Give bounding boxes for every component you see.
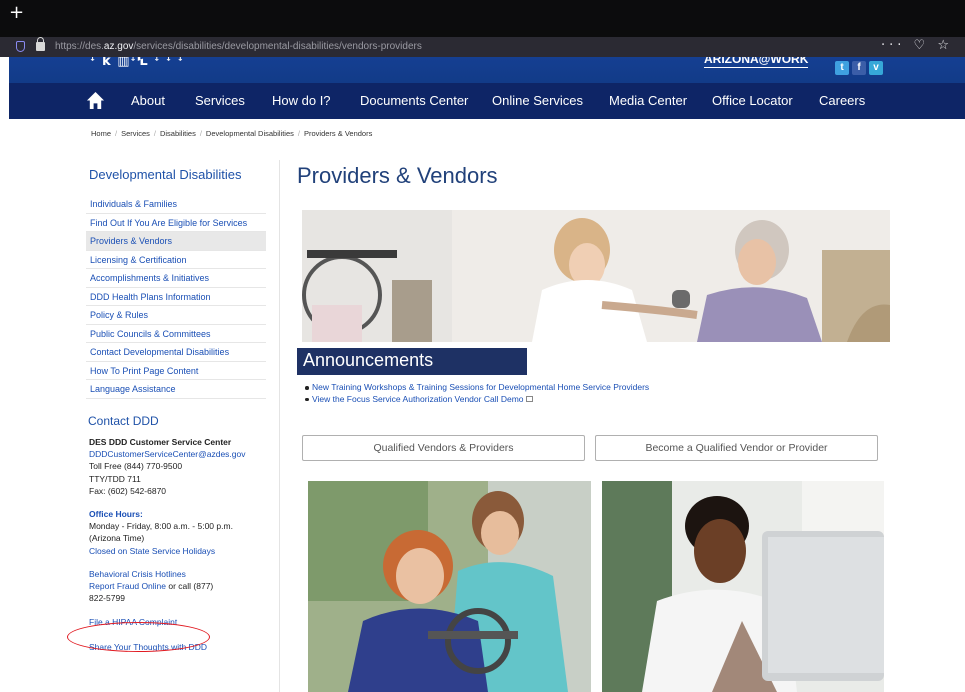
- hours-line-1: Monday - Friday, 8:00 a.m. - 5:00 p.m.: [89, 521, 233, 532]
- fraud-phone: 822-5799: [89, 593, 125, 604]
- hero-image: [302, 210, 890, 342]
- page-actions-icons[interactable]: ··· ♡ ☆: [881, 38, 953, 53]
- sidebar-title[interactable]: Developmental Disabilities: [89, 167, 241, 182]
- page-title: Providers & Vendors: [297, 163, 498, 188]
- announcement-vendor-call-link[interactable]: View the Focus Service Authorization Ven…: [312, 394, 524, 404]
- therapy-photo: [308, 481, 591, 692]
- nav-about[interactable]: About: [131, 93, 165, 108]
- shield-icon[interactable]: [16, 41, 25, 52]
- sidebar-item-individuals-families[interactable]: Individuals & Families: [86, 195, 266, 214]
- breadcrumb-home[interactable]: Home: [91, 129, 111, 138]
- tty: TTY/TDD 711: [89, 473, 141, 484]
- breadcrumb-services[interactable]: Services: [121, 129, 150, 138]
- sidebar-item-print[interactable]: How To Print Page Content: [86, 362, 266, 380]
- nav-how-do-i[interactable]: How do I?: [272, 93, 331, 108]
- sidebar-item-contact[interactable]: Contact Developmental Disabilities: [86, 343, 266, 362]
- vimeo-icon[interactable]: v: [869, 61, 883, 75]
- caregiver-patient-photo: [302, 210, 890, 342]
- list-item: New Training Workshops & Training Sessio…: [304, 382, 649, 394]
- sidebar-item-licensing[interactable]: Licensing & Certification: [86, 251, 266, 269]
- site-banner: ꜜ ꝁ ▥ꜜꝆ ꜜ ꜜ ꜜ ARIZONA@WORK t f v: [9, 57, 965, 83]
- new-tab-button[interactable]: +: [9, 4, 24, 22]
- facebook-icon[interactable]: f: [852, 61, 866, 75]
- banner-figures-logo: ꜜ ꝁ ▥ꜜꝆ ꜜ ꜜ ꜜ: [90, 57, 184, 69]
- sidebar-menu: Individuals & Families Find Out If You A…: [86, 195, 266, 399]
- sidebar-item-public-councils[interactable]: Public Councils & Committees: [86, 325, 266, 343]
- breadcrumb-current: Providers & Vendors: [303, 129, 373, 138]
- report-fraud-link[interactable]: Report Fraud Online: [89, 581, 166, 591]
- become-vendor-button[interactable]: Become a Qualified Vendor or Provider: [595, 435, 878, 461]
- external-link-icon: [525, 396, 533, 403]
- address-bar[interactable]: https://des.az.gov/services/disabilities…: [0, 37, 965, 57]
- fraud-call-text: or call (877): [166, 581, 214, 592]
- announcements-heading: Announcements: [297, 348, 527, 375]
- email-link[interactable]: DDDCustomerServiceCenter@azdes.gov: [89, 448, 274, 460]
- sidebar-item-eligibility[interactable]: Find Out If You Are Eligible for Service…: [86, 214, 266, 232]
- hours-line-2: (Arizona Time): [89, 533, 145, 544]
- url-text[interactable]: https://des.az.gov/services/disabilities…: [55, 41, 422, 52]
- browser-tab-strip: +: [0, 0, 965, 37]
- sidebar-item-health-plans[interactable]: DDD Health Plans Information: [86, 288, 266, 306]
- fax: Fax: (602) 542-6870: [89, 485, 167, 496]
- sidebar-item-policy-rules[interactable]: Policy & Rules: [86, 306, 266, 325]
- sidebar-item-providers-vendors[interactable]: Providers & Vendors: [86, 232, 266, 251]
- toll-free: Toll Free (844) 770-9500: [89, 461, 183, 472]
- qualified-vendors-button[interactable]: Qualified Vendors & Providers: [302, 435, 585, 461]
- list-item: View the Focus Service Authorization Ven…: [304, 394, 649, 406]
- contact-title: Contact DDD: [88, 414, 159, 428]
- main-navigation: About Services How do I? Documents Cente…: [9, 83, 965, 119]
- photo-computer: [602, 481, 884, 692]
- sidebar-divider: [279, 160, 280, 692]
- lock-icon[interactable]: [36, 37, 45, 51]
- nav-services[interactable]: Services: [195, 93, 245, 108]
- breadcrumb-disabilities[interactable]: Disabilities: [160, 129, 196, 138]
- twitter-icon[interactable]: t: [835, 61, 849, 75]
- breadcrumb: Home / Services / Disabilities / Developmental…: [91, 129, 373, 138]
- nav-careers[interactable]: Careers: [819, 93, 865, 108]
- sidebar-item-accomplishments[interactable]: Accomplishments & Initiatives: [86, 269, 266, 288]
- nav-media-center[interactable]: Media Center: [609, 93, 687, 108]
- contact-info: DES DDD Customer Service Center DDDCusto…: [89, 436, 274, 653]
- announcements-list: New Training Workshops & Training Sessio…: [304, 382, 649, 406]
- holidays-link[interactable]: Closed on State Service Holidays: [89, 545, 274, 557]
- office-hours-label: Office Hours:: [89, 509, 143, 520]
- crisis-hotlines-link[interactable]: Behavioral Crisis Hotlines: [89, 568, 274, 580]
- computer-photo: [602, 481, 884, 692]
- announcement-training-link[interactable]: New Training Workshops & Training Sessio…: [312, 382, 649, 392]
- nav-office-locator[interactable]: Office Locator: [712, 93, 793, 108]
- nav-online-services[interactable]: Online Services: [492, 93, 583, 108]
- hipaa-highlight-circle: [67, 622, 210, 652]
- sidebar-item-language[interactable]: Language Assistance: [86, 380, 266, 399]
- breadcrumb-developmental-disabilities[interactable]: Developmental Disabilities: [206, 129, 294, 138]
- arizona-at-work-logo[interactable]: ARIZONA@WORK: [704, 57, 809, 68]
- home-icon[interactable]: [86, 91, 105, 110]
- nav-documents-center[interactable]: Documents Center: [360, 93, 468, 108]
- photo-therapy: [308, 481, 591, 692]
- center-name: DES DDD Customer Service Center: [89, 437, 232, 447]
